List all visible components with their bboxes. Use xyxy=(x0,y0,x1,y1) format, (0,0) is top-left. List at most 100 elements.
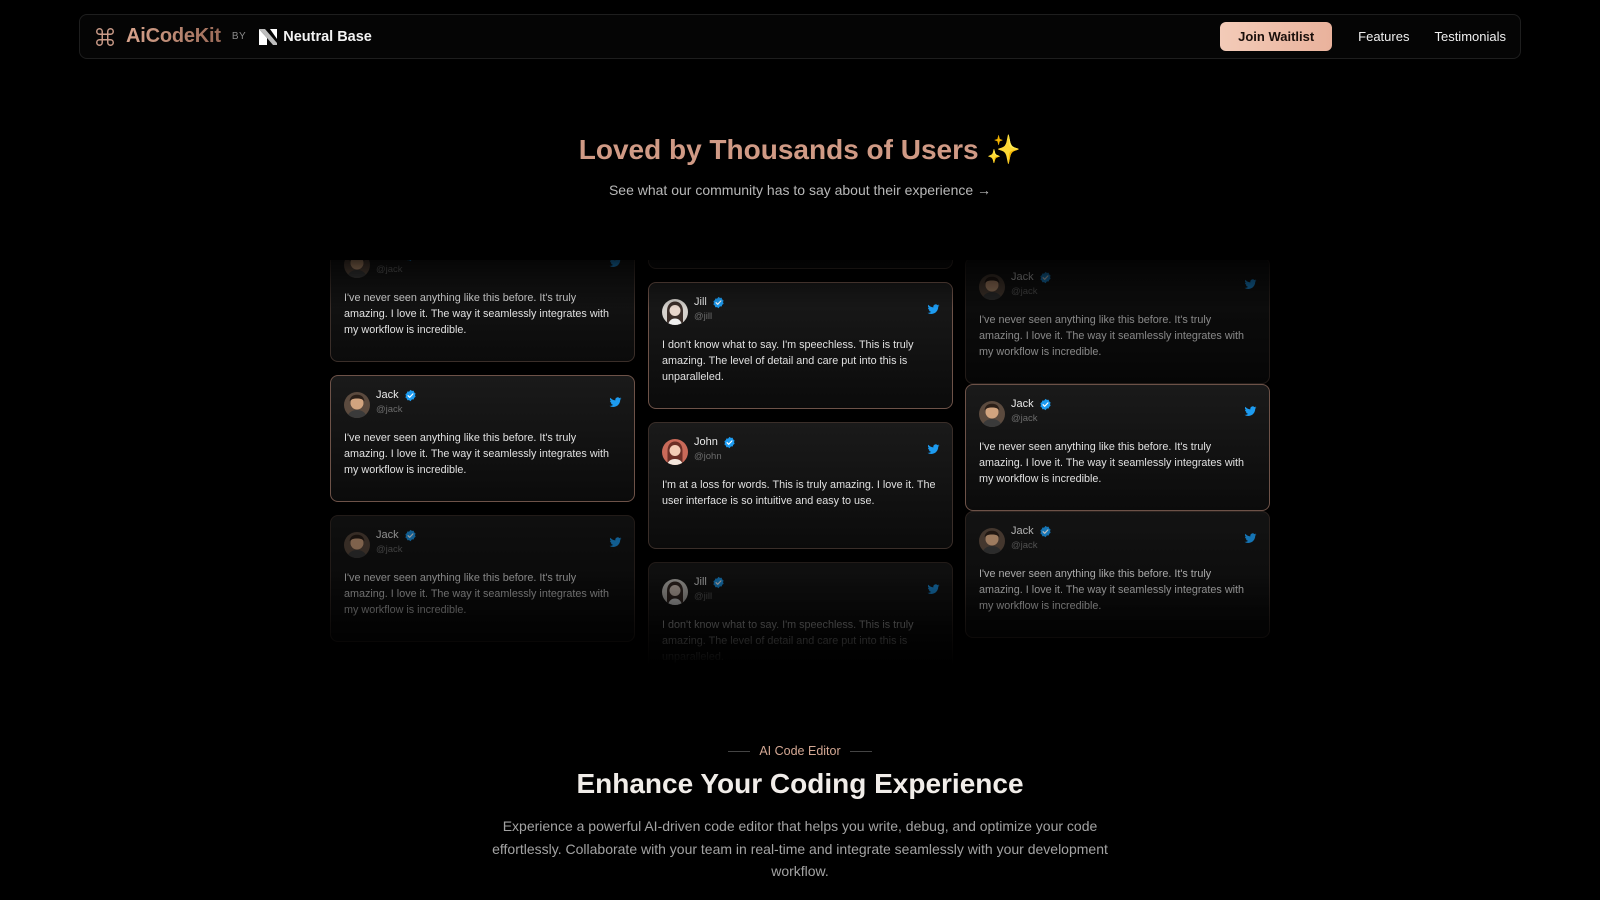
testimonial-text: I don't know what to say. I'm speechless… xyxy=(662,619,914,663)
author-handle: @jack xyxy=(1011,286,1038,297)
author-handle: @jack xyxy=(376,544,403,555)
twitter-icon[interactable] xyxy=(1244,405,1257,418)
author-handle: @jack xyxy=(376,264,403,275)
author-info: Jack @jack xyxy=(1011,398,1052,424)
author-name-row: Jack xyxy=(376,389,417,402)
verified-icon xyxy=(1039,398,1052,411)
twitter-icon[interactable] xyxy=(1244,532,1257,545)
testimonial-card: Jack @jack I've never seen anything like t… xyxy=(330,375,635,502)
testimonial-header: Jack @jack xyxy=(979,398,1257,427)
testimonial-text: I've never seen anything like this befor… xyxy=(979,314,1245,358)
testimonial-header: Jack @jack xyxy=(979,525,1257,554)
author-handle: @jack xyxy=(1011,540,1038,551)
partner-name: Neutral Base xyxy=(283,28,372,45)
nav-link-testimonials[interactable]: Testimonials xyxy=(1434,29,1506,44)
testimonial-card: Jill @jill I don't know what to say. I'm s… xyxy=(648,562,953,665)
author-name: Jack xyxy=(376,389,399,401)
author-name: Jack xyxy=(1011,525,1034,537)
author-name-row: Jill xyxy=(694,296,725,309)
feature-description: Experience a powerful AI-driven code edi… xyxy=(492,818,1108,879)
testimonial-text: I've never seen anything like this befor… xyxy=(979,568,1245,612)
join-waitlist-button[interactable]: Join Waitlist xyxy=(1220,22,1333,51)
author-name-row: Jill xyxy=(694,576,725,589)
testimonial-column-1: Jack @jack I've never seen anything like t… xyxy=(330,260,635,655)
brand-logo-icon xyxy=(94,26,116,48)
author-info: Jack @jack xyxy=(1011,271,1052,297)
testimonial-card: John@johnI'm at a loss for words. This i… xyxy=(648,422,953,549)
nav-link-features[interactable]: Features xyxy=(1358,29,1409,44)
twitter-icon[interactable] xyxy=(927,583,940,596)
testimonial-card: John@johnI'm at a loss for words. This i… xyxy=(648,260,953,269)
author-info: John @john xyxy=(694,436,736,462)
verified-icon xyxy=(1039,525,1052,538)
feature-title: Enhance Your Coding Experience xyxy=(576,768,1024,799)
author-name: Jill xyxy=(694,576,707,588)
verified-icon xyxy=(404,260,417,262)
avatar xyxy=(662,439,688,465)
author-name-row: Jack xyxy=(1011,525,1052,538)
neutral-base-logo-icon xyxy=(258,27,278,47)
twitter-icon[interactable] xyxy=(609,260,622,269)
avatar xyxy=(344,260,370,278)
author-name: Jill xyxy=(694,296,707,308)
testimonial-card: Jack @jack I've never seen anything like t… xyxy=(330,260,635,362)
author-info: Jill @jill xyxy=(694,576,725,602)
testimonial-text: I've never seen anything like this befor… xyxy=(979,441,1245,485)
author-name-row: Jack xyxy=(376,260,417,262)
twitter-icon[interactable] xyxy=(1244,278,1257,291)
testimonial-column-2: John @john I'm at a loss for words. This i… xyxy=(648,260,953,665)
testimonial-header: Jack @jack xyxy=(344,389,622,418)
testimonial-header: Jill @jill xyxy=(662,296,940,325)
testimonial-text: I don't know what to say. I'm speechless… xyxy=(662,339,914,383)
sparkles-icon: ✨ xyxy=(986,134,1022,165)
avatar xyxy=(979,274,1005,300)
brand-by-label: BY xyxy=(231,31,247,42)
testimonials-title: Loved by Thousands of Users ✨ xyxy=(0,133,1600,166)
verified-icon xyxy=(723,436,736,449)
author-info: Jack @jack xyxy=(376,260,417,275)
testimonial-card: Jack @jack I've never seen anything like t… xyxy=(965,511,1270,638)
author-info: Jack @jack xyxy=(376,529,417,555)
verified-icon xyxy=(712,576,725,589)
testimonial-card: Jack @jack I've never seen anything like t… xyxy=(965,260,1270,384)
testimonial-column-3: Jack @jack I've never seen anything like t… xyxy=(965,260,1270,638)
avatar xyxy=(344,532,370,558)
testimonial-header: Jack @jack xyxy=(344,260,622,278)
testimonials-title-text: Loved by Thousands of Users xyxy=(578,134,979,165)
testimonials-subtitle: See what our community has to say about … xyxy=(608,182,992,198)
author-handle: @jill xyxy=(694,311,713,322)
author-name: Jack xyxy=(1011,398,1034,410)
author-name-row: Jack xyxy=(1011,271,1052,284)
twitter-icon[interactable] xyxy=(927,443,940,456)
verified-icon xyxy=(1039,271,1052,284)
verified-icon xyxy=(404,389,417,402)
eyebrow-divider-right xyxy=(849,751,872,753)
author-info: Jack @jack xyxy=(1011,525,1052,551)
testimonial-card: Jack @jack I've never seen anything like t… xyxy=(965,384,1270,511)
author-name: John xyxy=(694,436,718,448)
author-name: Jack xyxy=(1011,271,1034,283)
testimonial-wall[interactable]: Jack @jack I've never seen anything like t… xyxy=(330,260,1270,665)
testimonial-text: I've never seen anything like this befor… xyxy=(344,432,610,476)
twitter-icon[interactable] xyxy=(927,303,940,316)
author-info: Jack @jack xyxy=(376,389,417,415)
nav-actions: Join Waitlist Features Testimonials xyxy=(1220,22,1506,51)
author-name-row: Jack xyxy=(376,529,417,542)
testimonial-card: Jack @jack I've never seen anything like t… xyxy=(330,515,635,642)
author-name: Jack xyxy=(376,529,399,541)
testimonial-text: I've never seen anything like this befor… xyxy=(344,292,610,336)
feature-eyebrow-text: AI Code Editor xyxy=(759,744,841,758)
avatar xyxy=(979,528,1005,554)
twitter-icon[interactable] xyxy=(609,396,622,409)
testimonial-header: Jack @jack xyxy=(979,271,1257,300)
avatar xyxy=(979,401,1005,427)
testimonial-text: I've never seen anything like this befor… xyxy=(344,572,610,616)
eyebrow-divider-left xyxy=(728,751,751,753)
twitter-icon[interactable] xyxy=(609,536,622,549)
author-info: Jill @jill xyxy=(694,296,725,322)
brand[interactable]: AiCodeKit BY Neutral Base xyxy=(94,25,372,48)
top-navbar: AiCodeKit BY Neutral Base Join Waitlist … xyxy=(79,14,1521,59)
author-name-row: Jack xyxy=(1011,398,1052,411)
author-handle: @john xyxy=(694,451,722,462)
testimonial-header: John @john xyxy=(662,436,940,465)
